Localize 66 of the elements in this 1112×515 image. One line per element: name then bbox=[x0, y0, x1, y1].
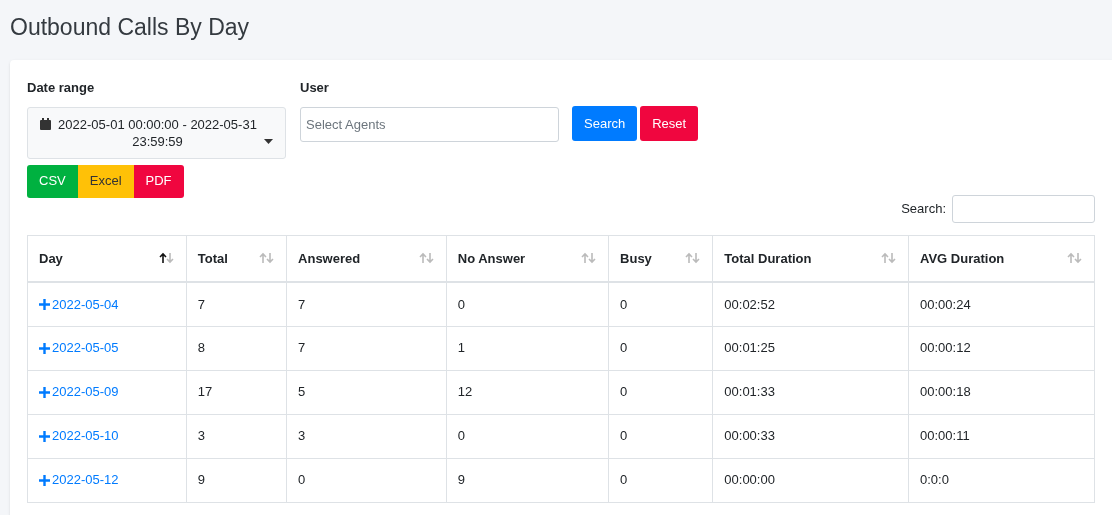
table-cell: 00:01:25 bbox=[712, 326, 909, 370]
table-cell: 00:02:52 bbox=[712, 282, 909, 326]
table-cell: 0 bbox=[608, 326, 713, 370]
day-link[interactable]: 2022-05-12 bbox=[52, 470, 119, 490]
plus-icon[interactable] bbox=[39, 342, 50, 354]
day-link[interactable]: 2022-05-04 bbox=[52, 294, 119, 314]
table-cell: 00:01:33 bbox=[712, 370, 909, 414]
table-cell: 0 bbox=[608, 414, 713, 458]
column-header[interactable]: Total Duration bbox=[712, 235, 909, 282]
column-header[interactable]: Total bbox=[186, 235, 287, 282]
table-cell: 0 bbox=[608, 282, 713, 326]
export-button[interactable]: Excel bbox=[77, 164, 134, 198]
table-cell: 0 bbox=[446, 414, 609, 458]
column-header[interactable]: AVG Duration bbox=[908, 235, 1095, 282]
day-link[interactable]: 2022-05-10 bbox=[52, 426, 119, 446]
table-cell: 0 bbox=[446, 282, 609, 326]
filter-button[interactable]: Reset bbox=[640, 106, 699, 141]
day-cell[interactable]: 2022-05-09 bbox=[27, 370, 187, 414]
day-link[interactable]: 2022-05-09 bbox=[52, 382, 119, 402]
column-header[interactable]: No Answer bbox=[446, 235, 609, 282]
caret-icon bbox=[264, 138, 273, 145]
table-cell: 7 bbox=[286, 326, 447, 370]
plus-icon[interactable] bbox=[39, 430, 50, 442]
export-button[interactable]: PDF bbox=[133, 164, 184, 198]
table-cell: 0:0:0 bbox=[908, 458, 1095, 502]
table-cell: 0 bbox=[608, 370, 713, 414]
field-label: Date range bbox=[27, 79, 96, 97]
day-cell[interactable]: 2022-05-10 bbox=[27, 414, 187, 458]
field-label: User bbox=[300, 79, 330, 97]
table-cell: 9 bbox=[446, 458, 609, 502]
table-cell: 3 bbox=[186, 414, 287, 458]
plus-icon[interactable] bbox=[39, 386, 50, 398]
day-cell[interactable]: 2022-05-12 bbox=[27, 458, 187, 502]
agent-select-field[interactable]: Select Agents bbox=[300, 106, 559, 142]
table-cell: 0 bbox=[608, 458, 713, 502]
table-cell: 5 bbox=[286, 370, 447, 414]
column-header[interactable]: Day bbox=[27, 235, 187, 282]
table-cell: 00:00:12 bbox=[908, 326, 1095, 370]
table-cell: 1 bbox=[446, 326, 609, 370]
table-cell: 8 bbox=[186, 326, 287, 370]
table-cell: 00:00:24 bbox=[908, 282, 1095, 326]
table-cell: 9 bbox=[186, 458, 287, 502]
table-cell: 17 bbox=[186, 370, 287, 414]
table-cell: 3 bbox=[286, 414, 447, 458]
plus-icon[interactable] bbox=[39, 474, 50, 486]
calendar-icon bbox=[40, 117, 51, 130]
table-cell: 00:00:33 bbox=[712, 414, 909, 458]
day-link[interactable]: 2022-05-05 bbox=[52, 338, 119, 358]
column-header[interactable]: Busy bbox=[608, 235, 713, 282]
export-button[interactable]: CSV bbox=[27, 164, 78, 198]
table-search-field[interactable] bbox=[952, 194, 1095, 223]
day-cell[interactable]: 2022-05-05 bbox=[27, 326, 187, 370]
column-header[interactable]: Answered bbox=[286, 235, 447, 282]
table-cell: 7 bbox=[186, 282, 287, 326]
table-cell: 7 bbox=[286, 282, 447, 326]
plus-icon[interactable] bbox=[39, 298, 50, 310]
page-title: Outbound Calls By Day bbox=[9, 13, 251, 42]
day-cell[interactable]: 2022-05-04 bbox=[27, 282, 187, 326]
table-cell: 12 bbox=[446, 370, 609, 414]
search-label: Search: bbox=[901, 199, 946, 218]
table-cell: 0 bbox=[286, 458, 447, 502]
table-cell: 00:00:11 bbox=[908, 414, 1095, 458]
date-range-picker[interactable]: 2022-05-01 00:00:00 - 2022-05-31 23:59:59 bbox=[27, 106, 286, 159]
table-cell: 00:00:00 bbox=[712, 458, 909, 502]
table-cell: 00:00:18 bbox=[908, 370, 1095, 414]
filter-button[interactable]: Search bbox=[572, 106, 638, 141]
